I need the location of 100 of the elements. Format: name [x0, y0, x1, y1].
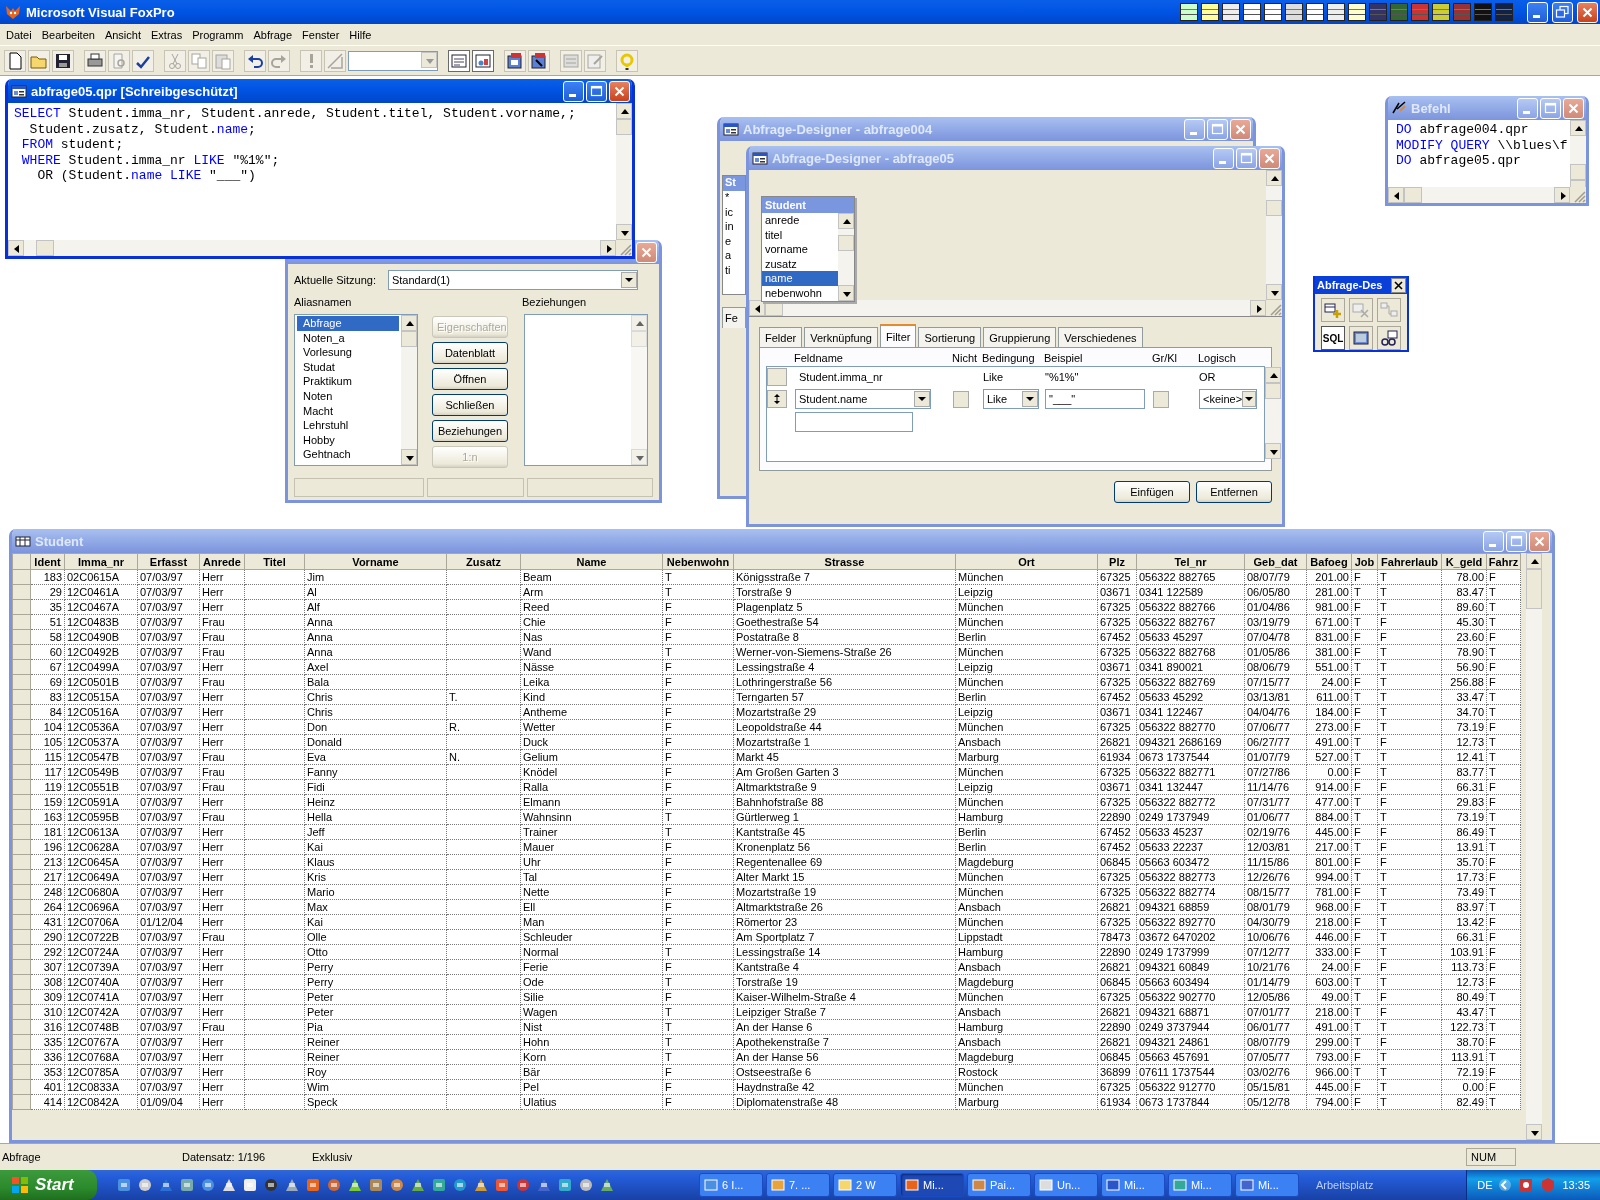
- table-cell: Frau: [199, 614, 245, 630]
- table-cell: Lessingstraße 14: [733, 944, 956, 960]
- column-header[interactable]: Nebenwohn: [662, 553, 734, 570]
- column-header[interactable]: Ident: [30, 553, 65, 570]
- table-cell: 29.83: [1441, 794, 1487, 810]
- table-cell: Alter Markt 15: [733, 869, 956, 885]
- table-cell: F: [662, 749, 734, 765]
- table-cell: Olle: [304, 929, 447, 945]
- column-header[interactable]: Anrede: [199, 553, 245, 570]
- table-cell: 56.90: [1441, 659, 1487, 675]
- taskbar-button[interactable]: Pai...: [967, 1173, 1031, 1197]
- taskbar-button[interactable]: Un...: [1034, 1173, 1098, 1197]
- column-header[interactable]: Titel: [244, 553, 305, 570]
- table-cell: 73.19: [1441, 719, 1487, 735]
- status-text: Abfrage: [1, 1151, 42, 1163]
- table-cell: Peter: [304, 989, 447, 1005]
- taskbar-button[interactable]: 2 W: [833, 1173, 897, 1197]
- table-cell: 056322 892770: [1136, 914, 1245, 930]
- table-cell: T: [1377, 659, 1442, 675]
- menu-item[interactable]: Fenster: [297, 28, 345, 41]
- column-header[interactable]: Tel_nr: [1136, 553, 1245, 570]
- column-header[interactable]: Fahrz: [1486, 553, 1521, 570]
- table-cell: F: [662, 1094, 734, 1110]
- column-header[interactable]: Job: [1351, 553, 1378, 570]
- table-cell: 13.91: [1441, 839, 1487, 855]
- table-title: St: [723, 176, 745, 191]
- table-cell: F: [1351, 929, 1378, 945]
- table-cell: 115: [30, 749, 65, 765]
- language-indicator[interactable]: DE: [1477, 1179, 1493, 1191]
- table-cell: 12C0740A: [64, 974, 138, 990]
- column-header[interactable]: Zusatz: [446, 553, 521, 570]
- table-cell: Herr: [199, 599, 245, 615]
- menu-item[interactable]: Hilfe: [344, 28, 377, 41]
- table-cell: Nässe: [520, 659, 663, 675]
- table-cell: T: [1486, 1049, 1521, 1065]
- taskbar-button[interactable]: Mi...: [900, 1173, 964, 1197]
- example-field[interactable]: "___": [1045, 389, 1145, 409]
- column-header[interactable]: K_geld: [1441, 553, 1487, 570]
- menu-item[interactable]: Datei: [1, 28, 37, 41]
- table-cell: Hohn: [520, 1034, 663, 1050]
- condition-combo-box[interactable]: Like: [983, 389, 1039, 409]
- start-button[interactable]: Start: [0, 1170, 97, 1200]
- logic-combo-box[interactable]: <keine>: [1199, 389, 1257, 409]
- table-cell: Korn: [520, 1049, 663, 1065]
- column-header[interactable]: Fahrerlaub: [1377, 553, 1442, 570]
- table-cell: 07/03/97: [137, 569, 200, 585]
- table-cell: 22890: [1097, 1019, 1137, 1035]
- table-cell: Herr: [199, 689, 245, 705]
- column-header[interactable]: Plz: [1097, 553, 1137, 570]
- table-cell: T: [1377, 599, 1442, 615]
- menu-item[interactable]: Programm: [187, 28, 249, 41]
- column-header[interactable]: Name: [520, 553, 663, 570]
- taskbar-button[interactable]: Mi...: [1235, 1173, 1299, 1197]
- column-header[interactable]: Ort: [955, 553, 1098, 570]
- menu-item[interactable]: Bearbeiten: [36, 28, 100, 41]
- table-cell: 12C0613A: [64, 824, 138, 840]
- column-header[interactable]: Imma_nr: [64, 553, 138, 570]
- table-cell: 056322 902770: [1136, 989, 1245, 1005]
- sql-button[interactable]: SQL: [1321, 326, 1345, 350]
- table-cell: An der Hanse 6: [733, 1019, 956, 1035]
- table-cell: Chie: [520, 614, 663, 630]
- column-header[interactable]: Vorname: [304, 553, 447, 570]
- table-cell: F: [1351, 674, 1378, 690]
- table-cell: Ferie: [520, 959, 663, 975]
- table-cell: T: [1486, 689, 1521, 705]
- table-cell: Postatraße 8: [733, 629, 956, 645]
- table-cell: F: [1351, 1049, 1378, 1065]
- menu-item[interactable]: Extras: [146, 28, 188, 41]
- taskbar-button[interactable]: Mi...: [1101, 1173, 1165, 1197]
- table-cell: 67325: [1097, 599, 1137, 615]
- table-cell: 336: [30, 1049, 65, 1065]
- table-cell: 0.00: [1306, 764, 1352, 780]
- table-cell: 07/31/77: [1244, 794, 1307, 810]
- table-cell: 12C0706A: [64, 914, 138, 930]
- table-cell: 05633 45297: [1136, 629, 1245, 645]
- table-cell: 273.00: [1306, 719, 1352, 735]
- table-cell: Herr: [199, 719, 245, 735]
- taskbar-button[interactable]: 6 I...: [699, 1173, 763, 1197]
- table-cell: 12C0768A: [64, 1049, 138, 1065]
- table-cell: T: [1351, 584, 1378, 600]
- table-cell: F: [1377, 1004, 1442, 1020]
- column-header[interactable]: Strasse: [733, 553, 956, 570]
- table-cell: F: [1377, 629, 1442, 645]
- status-text: Exklusiv: [311, 1151, 354, 1163]
- table-cell: F: [1351, 1094, 1378, 1110]
- table-cell: 07/03/97: [137, 959, 200, 975]
- taskbar-button[interactable]: Mi...: [1168, 1173, 1232, 1197]
- table-cell: N.: [446, 749, 521, 765]
- column-header[interactable]: Geb_dat: [1244, 553, 1307, 570]
- table-cell: T: [1377, 914, 1442, 930]
- taskbar-button[interactable]: 7. ...: [766, 1173, 830, 1197]
- table-cell: 07/03/97: [137, 584, 200, 600]
- column-header[interactable]: Bafoeg: [1306, 553, 1352, 570]
- table-cell: F: [1351, 1079, 1378, 1095]
- field-name-combo-box[interactable]: Student.name: [795, 389, 931, 409]
- table-cell: 213: [30, 854, 65, 870]
- menu-item[interactable]: Ansicht: [99, 28, 146, 41]
- menu-item[interactable]: Abfrage: [248, 28, 298, 41]
- table-cell: Wand: [520, 644, 663, 660]
- column-header[interactable]: Erfasst: [137, 553, 200, 570]
